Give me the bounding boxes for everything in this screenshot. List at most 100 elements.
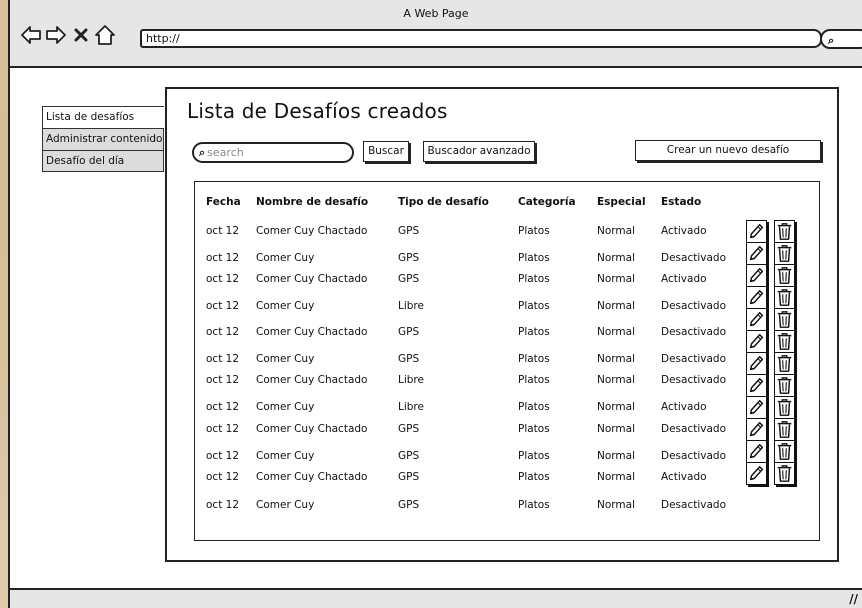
table-cell-especial: Normal (597, 423, 635, 435)
table-cell-estado: Desactivado (661, 423, 726, 435)
window-title: A Web Page (403, 7, 469, 20)
table-cell-tipo: GPS (398, 273, 420, 285)
trash-icon[interactable] (774, 242, 795, 265)
forward-icon[interactable] (45, 24, 67, 46)
table-cell-nombre: Comer Cuy (256, 499, 315, 511)
trash-icon[interactable] (774, 220, 795, 243)
table-cell-nombre: Comer Cuy Chactado (256, 471, 368, 483)
trash-icon[interactable] (774, 396, 795, 419)
edit-icon[interactable] (746, 462, 767, 485)
resize-grip-icon[interactable]: // (849, 592, 858, 606)
page-title: Lista de Desafíos creados (187, 99, 448, 123)
back-icon[interactable] (20, 24, 42, 46)
sidebar-item-label: Lista de desafíos (46, 111, 135, 123)
table-cell-tipo: Libre (398, 374, 424, 386)
table-cell-especial: Normal (597, 401, 635, 413)
sidebar-item-desafio-del-dia[interactable]: Desafío del día (42, 150, 164, 172)
table-cell-nombre: Comer Cuy (256, 300, 315, 312)
edit-icon[interactable] (746, 220, 767, 243)
search-placeholder: search (207, 146, 244, 159)
browser-window: A Web Page http:// ⌕ Lista de desafíos A… (8, 0, 862, 608)
buscar-button[interactable]: Buscar (363, 141, 409, 162)
edit-icon[interactable] (746, 286, 767, 309)
table-cell-categoria: Platos (518, 401, 550, 413)
table-cell-nombre: Comer Cuy Chactado (256, 273, 368, 285)
trash-icon[interactable] (774, 462, 795, 485)
table-cell-tipo: GPS (398, 471, 420, 483)
trash-icon[interactable] (774, 264, 795, 287)
table-cell-especial: Normal (597, 450, 635, 462)
table-cell-nombre: Comer Cuy Chactado (256, 374, 368, 386)
table-cell-estado: Desactivado (661, 499, 726, 511)
home-icon[interactable] (94, 24, 116, 46)
column-header-categoria: Categoría (518, 196, 576, 208)
table-cell-fecha: oct 12 (206, 450, 240, 462)
trash-icon[interactable] (774, 352, 795, 375)
table-cell-categoria: Platos (518, 353, 550, 365)
table-cell-fecha: oct 12 (206, 353, 240, 365)
table-cell-nombre: Comer Cuy Chactado (256, 225, 368, 237)
table-cell-especial: Normal (597, 273, 635, 285)
table-cell-nombre: Comer Cuy Chactado (256, 326, 368, 338)
table-cell-tipo: GPS (398, 353, 420, 365)
search-input[interactable]: ⌕ search (192, 142, 354, 163)
table-cell-categoria: Platos (518, 423, 550, 435)
table-cell-especial: Normal (597, 300, 635, 312)
table-cell-estado: Activado (661, 401, 707, 413)
table-cell-especial: Normal (597, 353, 635, 365)
edit-icon[interactable] (746, 242, 767, 265)
table-cell-tipo: Libre (398, 401, 424, 413)
edit-icon[interactable] (746, 440, 767, 463)
table-cell-estado: Desactivado (661, 252, 726, 264)
sidebar-item-lista-desafios[interactable]: Lista de desafíos (42, 106, 164, 128)
table-cell-categoria: Platos (518, 225, 550, 237)
table-cell-tipo: GPS (398, 499, 420, 511)
trash-icon[interactable] (774, 330, 795, 353)
trash-icon[interactable] (774, 308, 795, 331)
table-cell-estado: Activado (661, 273, 707, 285)
table-cell-especial: Normal (597, 374, 635, 386)
table-cell-nombre: Comer Cuy (256, 401, 315, 413)
sidebar-item-administrar-contenidos[interactable]: Administrar contenidos (42, 128, 164, 150)
table-cell-fecha: oct 12 (206, 252, 240, 264)
crear-desafio-button[interactable]: Crear un nuevo desafío (635, 140, 821, 161)
table-cell-tipo: GPS (398, 450, 420, 462)
table-cell-fecha: oct 12 (206, 471, 240, 483)
sidebar-nav: Lista de desafíos Administrar contenidos… (42, 106, 164, 172)
table-cell-categoria: Platos (518, 326, 550, 338)
edit-icon[interactable] (746, 418, 767, 441)
table-cell-nombre: Comer Cuy (256, 252, 315, 264)
edit-icon[interactable] (746, 264, 767, 287)
table-cell-fecha: oct 12 (206, 423, 240, 435)
column-header-nombre: Nombre de desafío (256, 196, 369, 208)
challenges-table: Fecha Nombre de desafío Tipo de desafío Cat… (194, 181, 820, 541)
table-cell-categoria: Platos (518, 450, 550, 462)
edit-icon[interactable] (746, 374, 767, 397)
sidebar-item-label: Desafío del día (46, 155, 125, 167)
edit-icon[interactable] (746, 352, 767, 375)
buscador-avanzado-button[interactable]: Buscador avanzado (423, 141, 535, 162)
trash-icon[interactable] (774, 286, 795, 309)
table-cell-tipo: GPS (398, 252, 420, 264)
table-cell-especial: Normal (597, 471, 635, 483)
edit-icon[interactable] (746, 396, 767, 419)
edit-icon[interactable] (746, 330, 767, 353)
edit-icon[interactable] (746, 308, 767, 331)
table-cell-nombre: Comer Cuy Chactado (256, 423, 368, 435)
url-bar[interactable]: http:// (140, 29, 822, 48)
table-cell-fecha: oct 12 (206, 225, 240, 237)
table-cell-categoria: Platos (518, 252, 550, 264)
table-cell-categoria: Platos (518, 471, 550, 483)
trash-icon[interactable] (774, 374, 795, 397)
trash-icon[interactable] (774, 440, 795, 463)
column-header-fecha: Fecha (206, 196, 241, 208)
search-icon: ⌕ (828, 34, 835, 47)
table-cell-especial: Normal (597, 326, 635, 338)
table-cell-estado: Desactivado (661, 326, 726, 338)
column-header-tipo: Tipo de desafío (398, 196, 489, 208)
trash-icon[interactable] (774, 418, 795, 441)
close-icon[interactable] (72, 24, 90, 46)
table-cell-especial: Normal (597, 225, 635, 237)
browser-search-field[interactable]: ⌕ (820, 29, 862, 49)
table-cell-fecha: oct 12 (206, 300, 240, 312)
